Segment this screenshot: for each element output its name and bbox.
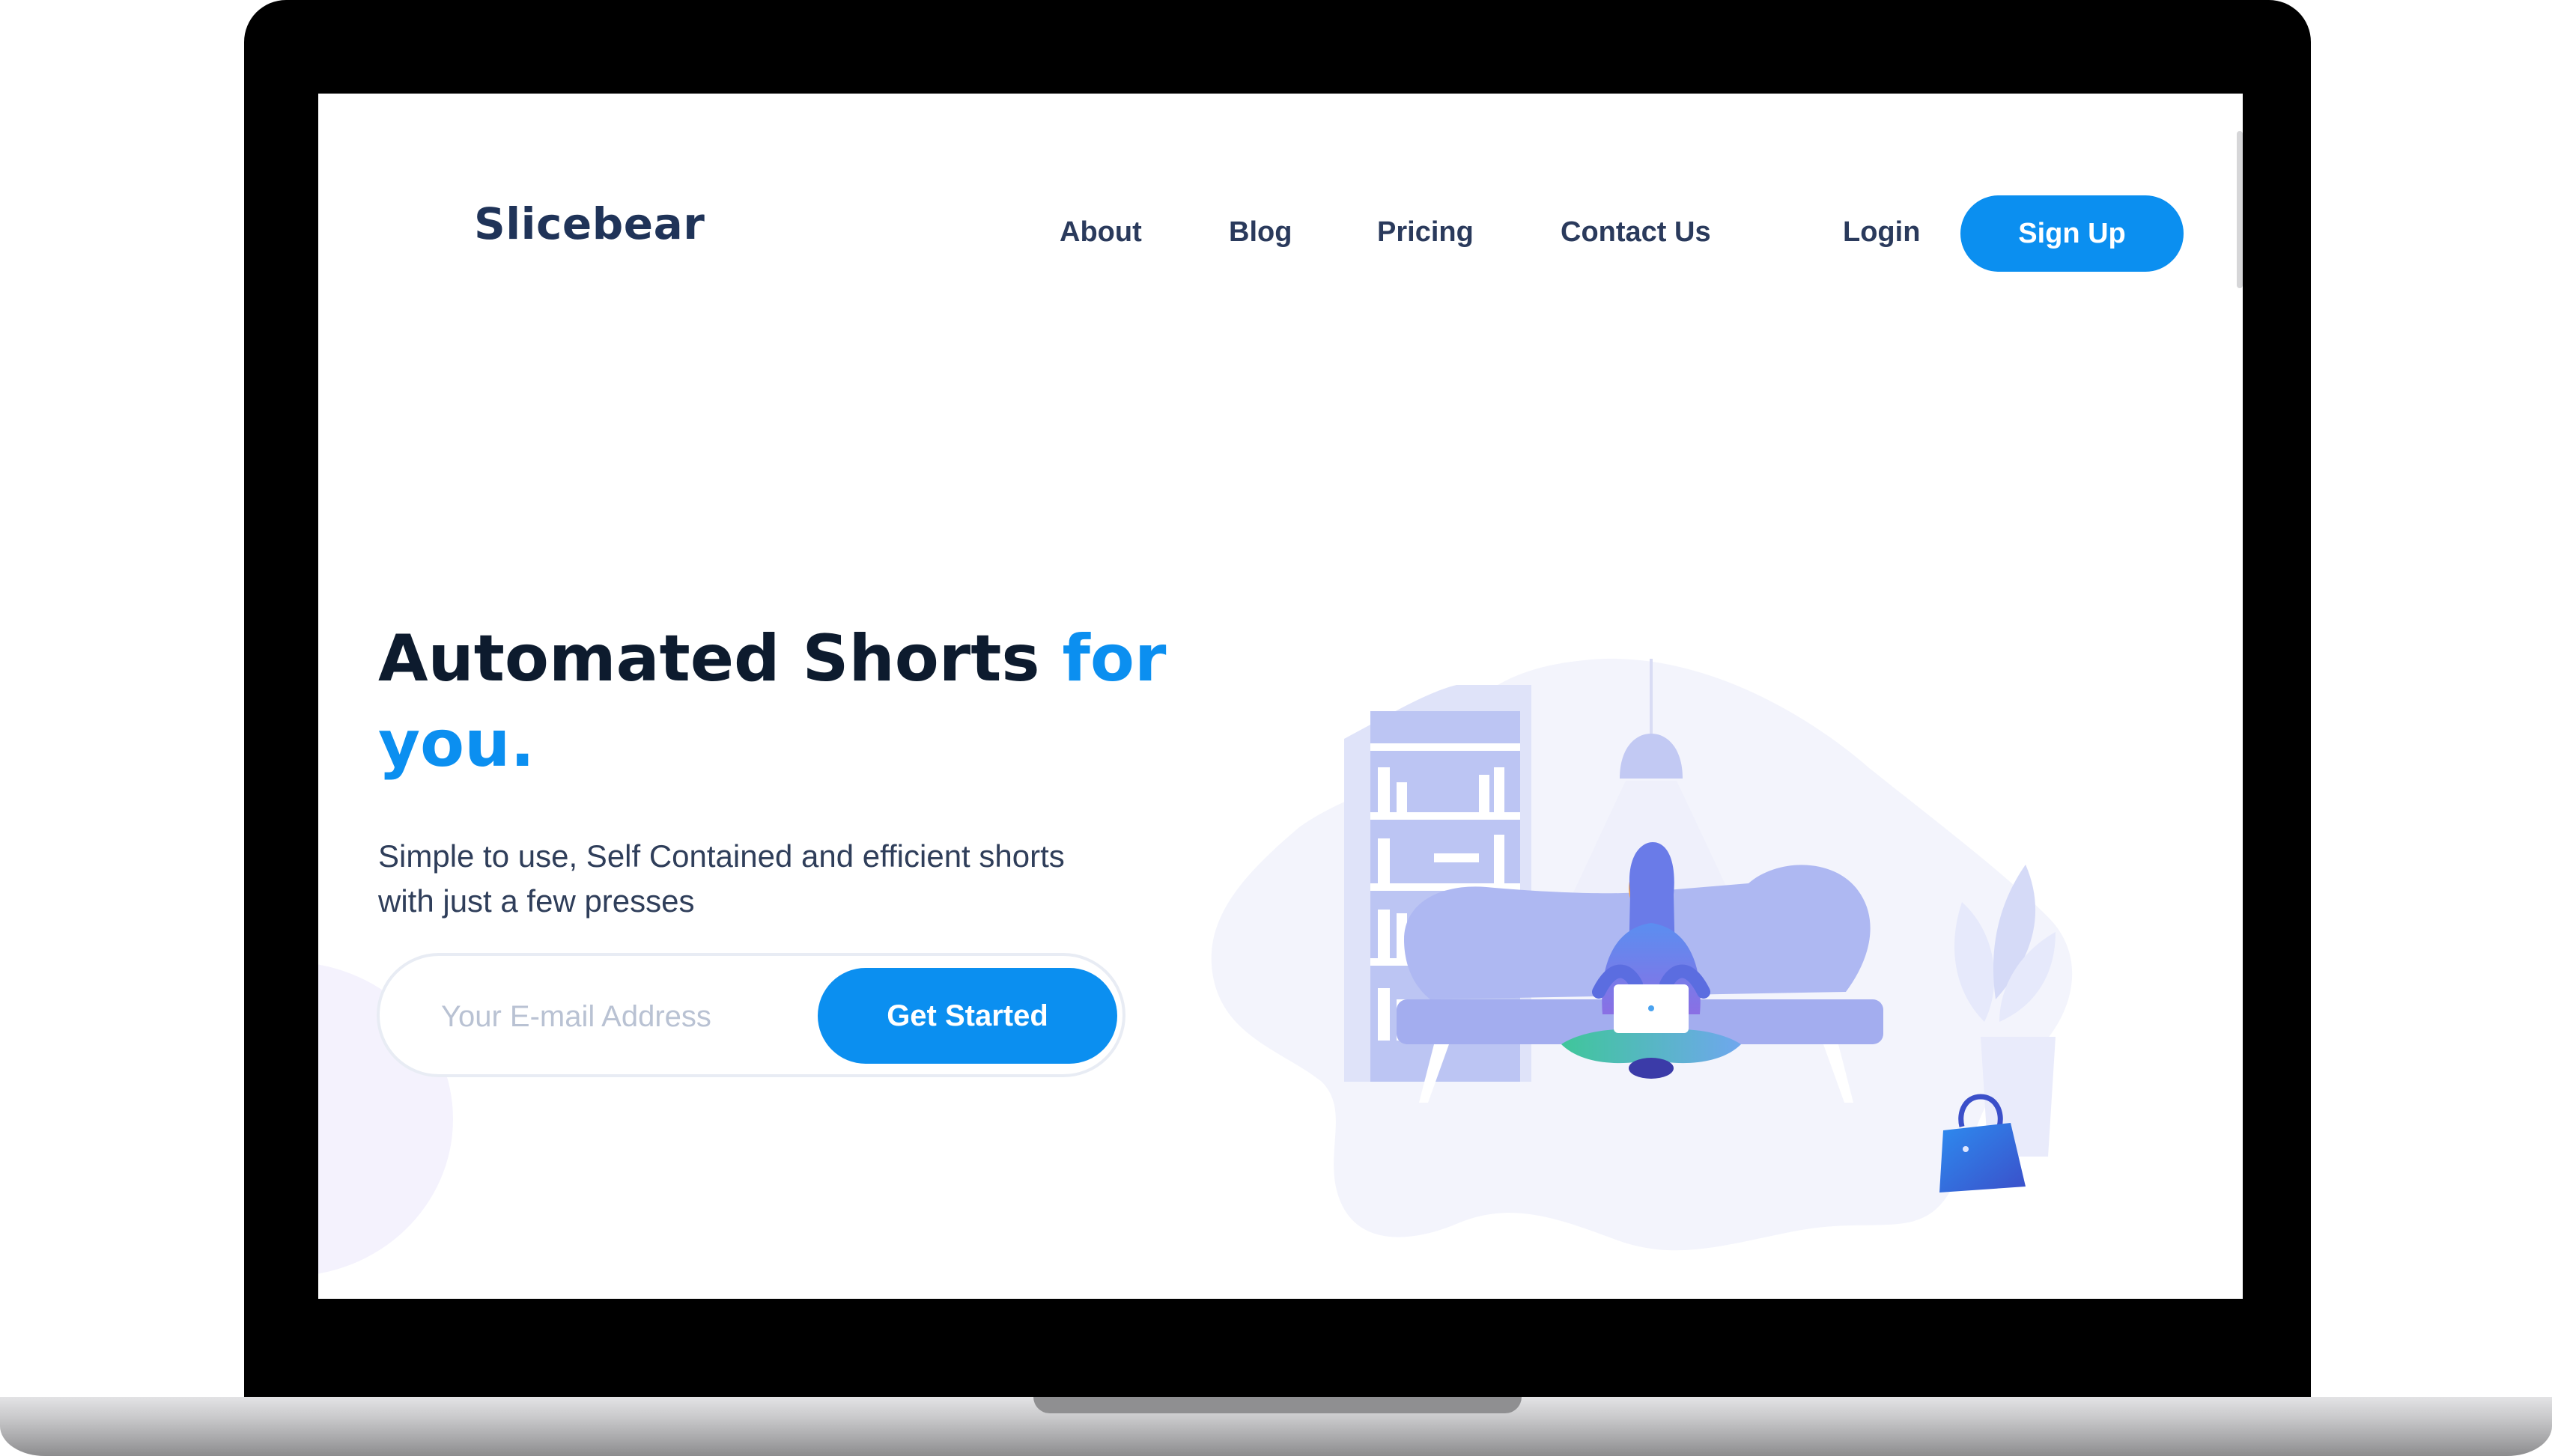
nav-link-about[interactable]: About: [1060, 216, 1142, 249]
login-link[interactable]: Login: [1843, 216, 1920, 249]
email-signup-form: Get Started: [377, 953, 1125, 1077]
nav-link-contact-us[interactable]: Contact Us: [1561, 216, 1711, 249]
nav-link-blog[interactable]: Blog: [1229, 216, 1292, 249]
scrollbar[interactable]: [2237, 131, 2243, 288]
headline-main: Automated Shorts: [378, 621, 1063, 696]
hero-subtitle: Simple to use, Self Contained and effici…: [378, 838, 1065, 919]
nav-link-pricing[interactable]: Pricing: [1377, 216, 1474, 249]
email-input[interactable]: [440, 986, 795, 1047]
laptop-notch: [1033, 1397, 1522, 1413]
laptop-screen: Slicebear About Blog Pricing Contact Us …: [318, 94, 2243, 1299]
sign-up-button[interactable]: Sign Up: [1960, 195, 2184, 272]
get-started-button[interactable]: Get Started: [818, 968, 1117, 1064]
hero-headline: Automated Shorts for you.: [378, 616, 1202, 787]
hero-illustration: [1211, 658, 2073, 1251]
brand-logo[interactable]: Slicebear: [474, 198, 705, 249]
